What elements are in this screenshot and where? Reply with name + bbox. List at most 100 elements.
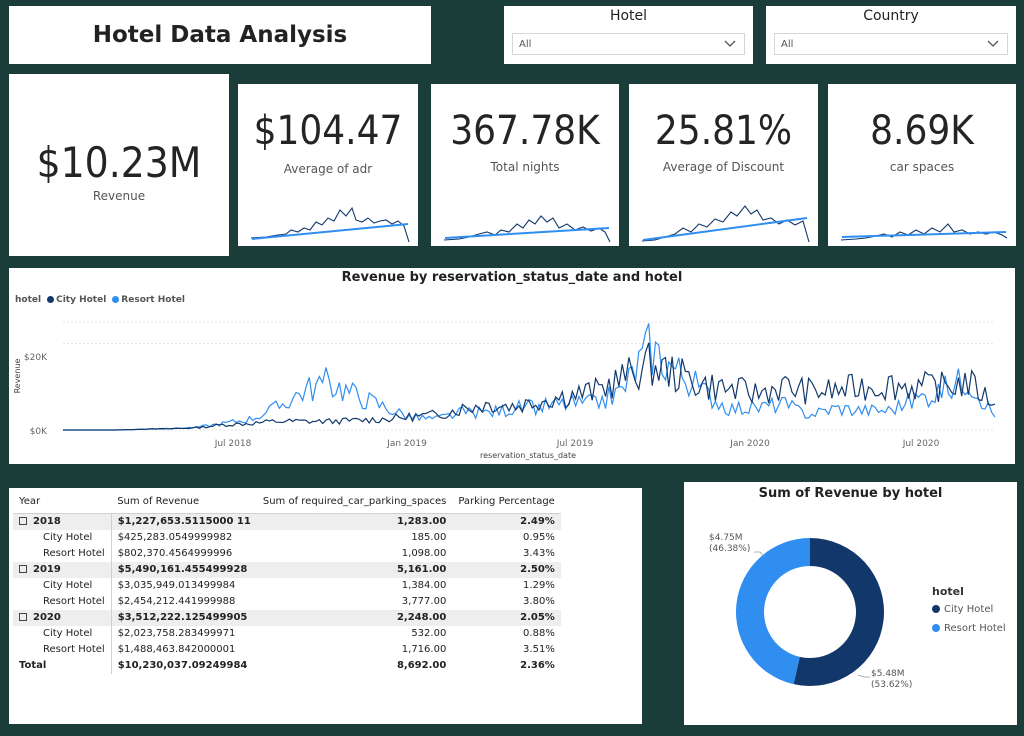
x-tick-label: Jul 2020 (902, 439, 940, 449)
year-row: 2019 $5,490,161.455499928 5,161.00 2.50% (13, 561, 561, 578)
row-label-text: 2020 (33, 612, 61, 623)
x-tick-label: Jul 2019 (556, 439, 594, 449)
kpi-caption: Average of Discount (662, 160, 785, 174)
col-header[interactable]: Sum of required_car_parking_spaces (256, 492, 453, 514)
sparkline (250, 206, 410, 243)
row-label-text: City Hotel (43, 532, 93, 543)
cell-pct: 3.80% (523, 596, 555, 607)
series-line-city-hotel[interactable] (63, 342, 996, 431)
cell-parking: 8,692.00 (396, 660, 447, 671)
kpi-adr: $104.47 Average of adr (238, 84, 418, 246)
matrix-table: Year Sum of Revenue Sum of required_car_… (13, 492, 561, 674)
cell-revenue: $3,512,222.125499905 (110, 609, 257, 626)
sparkline (443, 215, 611, 243)
cell-parking: 185.00 (411, 532, 447, 543)
cell-pct: 2.36% (520, 660, 555, 671)
cell-revenue: $10,230,037.09249984 (110, 657, 257, 674)
cell-parking: 5,161.00 (256, 561, 453, 578)
row-label: City Hotel (13, 530, 111, 546)
kpi-value: 8.69K (870, 108, 974, 154)
row-label-text: Resort Hotel (43, 644, 105, 655)
cell-parking: 1,283.00 (256, 513, 453, 530)
sparkline (641, 205, 810, 243)
cell-parking: 3,777.00 (401, 596, 447, 607)
kpi-value: 367.78K (450, 108, 600, 154)
collapse-icon[interactable] (19, 565, 27, 573)
col-header[interactable]: Year (13, 492, 112, 514)
sparkline (840, 223, 1008, 241)
row-label[interactable]: 2019 (13, 561, 112, 578)
cell-revenue: $425,283.0549999982 (110, 529, 257, 546)
cell-revenue: $1,488,463.842000001 (110, 641, 257, 658)
row-label[interactable]: 2020 (13, 609, 112, 626)
y-tick-label: $20K (24, 353, 48, 363)
legend-item-city[interactable]: City Hotel (932, 604, 1006, 615)
kpi-caption: Revenue (92, 189, 146, 203)
kpi-caption: Average of adr (283, 162, 373, 176)
cell-parking: 1,716.00 (401, 644, 447, 655)
kpi-value: $104.47 (253, 108, 403, 154)
cell-revenue: $1,227,653.5115000 11 (110, 513, 257, 530)
table-row: City Hotel $425,283.0549999982 185.00 0.95% (13, 529, 561, 546)
cell-revenue: $3,035,949.013499984 (110, 577, 257, 594)
country-slicer: Country All (766, 6, 1016, 64)
donut-legend: hotel City Hotel Resort Hotel (932, 585, 1006, 642)
kpi-caption: Total nights (490, 160, 560, 174)
row-label-text: City Hotel (43, 628, 93, 639)
revenue-matrix: Year Sum of Revenue Sum of required_car_… (9, 488, 642, 724)
col-header[interactable]: Parking Percentage (452, 492, 561, 514)
donut-label-city: $5.48M (53.62%) (871, 669, 913, 690)
row-label-text: 2018 (33, 516, 61, 528)
cell-revenue: $5,490,161.455499928 (110, 561, 257, 578)
x-tick-label: Jan 2019 (386, 439, 427, 449)
cell-revenue: $2,454,212.441999988 (110, 593, 257, 610)
row-label[interactable]: 2018 (13, 513, 112, 530)
cell-revenue: $802,370.4564999996 (110, 545, 257, 562)
cell-parking: 1,098.00 (401, 548, 447, 559)
hotel-dropdown[interactable]: All (512, 33, 745, 55)
legend-dot (932, 605, 940, 613)
revenue-line-chart: Revenue by reservation_status_date and h… (9, 268, 1015, 464)
cell-parking: 532.00 (411, 628, 447, 639)
cell-revenue: $2,023,758.283499971 (110, 625, 257, 642)
kpi-car-spaces: 8.69K car spaces (828, 84, 1016, 246)
x-axis-label: reservation_status_date (480, 451, 576, 460)
y-tick-label: $0K (30, 427, 48, 437)
table-row: City Hotel $2,023,758.283499971 532.00 0.88… (13, 625, 561, 642)
page-title: Hotel Data Analysis (92, 22, 348, 48)
cell-pct: 1.29% (523, 580, 555, 591)
revenue-donut-chart: Sum of Revenue by hotel $4.75M (46.38%) … (684, 482, 1017, 725)
series-line-resort-hotel[interactable] (63, 323, 996, 431)
cell-parking: 1,384.00 (401, 580, 447, 591)
collapse-icon[interactable] (19, 613, 27, 621)
row-label: Resort Hotel (13, 594, 111, 610)
row-label-text: 2019 (33, 564, 61, 575)
collapse-icon[interactable] (19, 517, 27, 526)
row-label-text: Resort Hotel (43, 548, 105, 559)
row-label: City Hotel (13, 626, 111, 642)
kpi-nights: 367.78K Total nights (431, 84, 619, 246)
row-label: Total (13, 658, 111, 674)
kpi-value: $10.23M (36, 138, 202, 187)
row-label: Resort Hotel (13, 546, 111, 562)
col-header[interactable]: Sum of Revenue (111, 492, 257, 514)
country-slicer-label: Country (863, 8, 919, 24)
line-chart-plot: $0K $20K Jul 2018 Jan 2019 Jul 2019 Jan … (13, 321, 996, 460)
country-dropdown-value: All (781, 39, 794, 50)
legend-item-resort[interactable]: Resort Hotel (932, 623, 1006, 634)
country-dropdown[interactable]: All (774, 33, 1008, 55)
table-row: City Hotel $3,035,949.013499984 1,384.00 1.… (13, 577, 561, 594)
total-row: Total $10,230,037.09249984 8,692.00 2.36% (13, 657, 561, 674)
chevron-down-icon (724, 40, 736, 47)
cell-pct: 3.51% (523, 644, 555, 655)
y-axis-label: Revenue (13, 359, 22, 394)
legend-dot (932, 624, 940, 632)
legend-title: hotel (932, 585, 964, 598)
row-label: Resort Hotel (13, 642, 111, 658)
x-tick-label: Jan 2020 (729, 439, 770, 449)
row-label-text: City Hotel (43, 580, 93, 591)
table-row: Resort Hotel $802,370.4564999996 1,098.00 3… (13, 545, 561, 562)
cell-pct: 0.88% (523, 628, 555, 639)
title-card: Hotel Data Analysis (9, 6, 431, 64)
cell-pct: 2.49% (452, 513, 561, 530)
